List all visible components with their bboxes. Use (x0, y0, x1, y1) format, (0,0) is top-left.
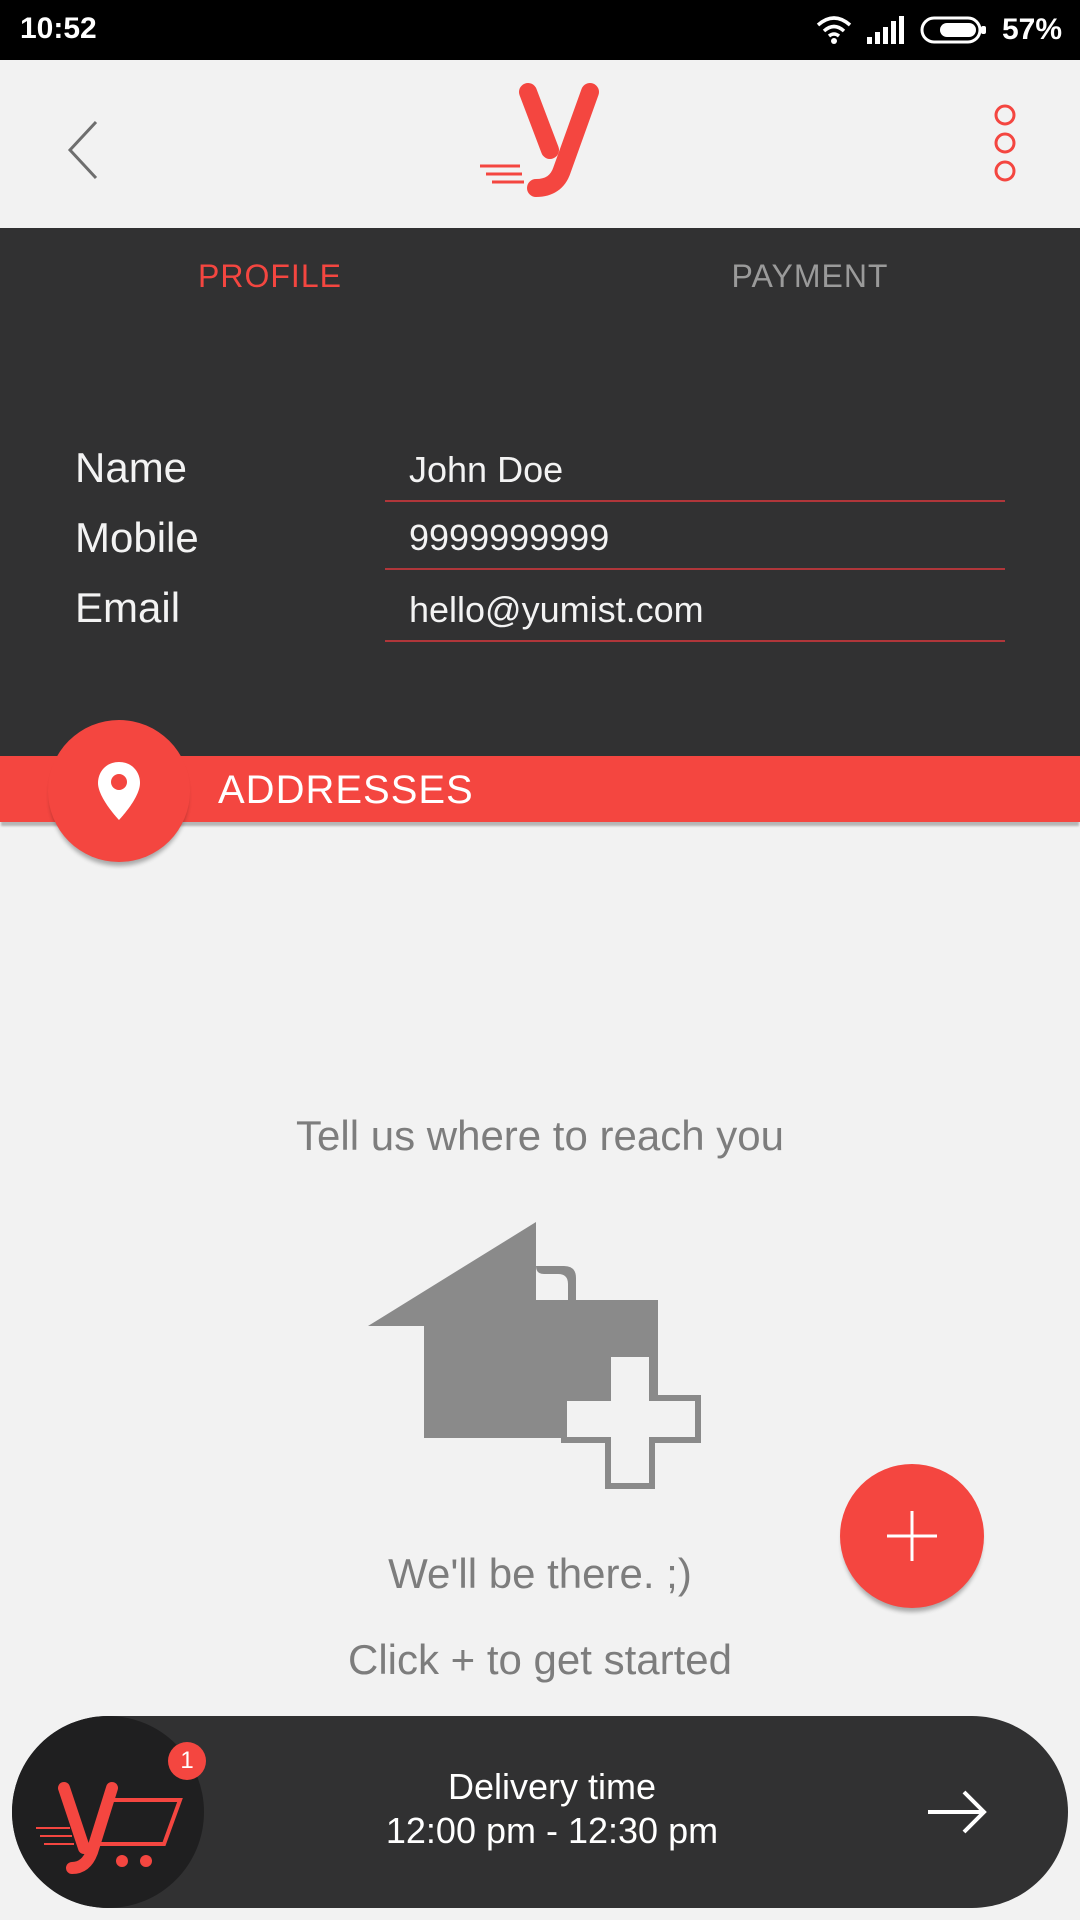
tab-payment[interactable]: PAYMENT (540, 258, 1080, 295)
location-pin-icon (98, 762, 140, 820)
mobile-label: Mobile (75, 514, 199, 561)
cart-count-badge: 1 (168, 1742, 206, 1780)
app-logo (480, 80, 610, 210)
signal-icon (866, 16, 904, 44)
location-pin-badge (48, 720, 190, 862)
three-dots-vertical-icon (994, 104, 1016, 182)
add-address-button[interactable] (840, 1464, 984, 1608)
delivery-label: Delivery time (447, 1766, 657, 1807)
status-time: 10:52 (20, 12, 97, 45)
delivery-time: 12:00 pm - 12:30 pm (385, 1810, 719, 1851)
proceed-button[interactable] (922, 1782, 992, 1842)
empty-state-hint: Click + to get started (347, 1636, 732, 1683)
tab-profile[interactable]: PROFILE (0, 258, 540, 295)
battery-percentage: 57% (1001, 13, 1062, 46)
yumist-logo-icon (480, 83, 599, 197)
empty-state-title: Tell us where to reach you (296, 1112, 784, 1159)
addresses-title: ADDRESSES (218, 768, 474, 812)
mobile-field[interactable]: 9999999999 (385, 510, 1005, 570)
name-label: Name (75, 444, 188, 491)
email-label: Email (75, 584, 181, 631)
email-field[interactable]: hello@yumist.com (385, 582, 1005, 642)
status-bar: 10:52 57% (0, 0, 1080, 60)
wifi-icon (816, 16, 852, 44)
more-options-button[interactable] (980, 100, 1030, 190)
status-icons: 57% (816, 10, 1062, 50)
plus-icon (887, 1511, 937, 1561)
chevron-left-icon (67, 120, 98, 180)
battery-icon (920, 16, 986, 44)
app-header (0, 60, 1080, 228)
back-button[interactable] (60, 110, 120, 190)
arrow-right-icon (928, 1790, 987, 1834)
profile-section: PROFILE PAYMENT Name John Doe Mobile 999… (0, 228, 1080, 756)
name-field[interactable]: John Doe (385, 442, 1005, 502)
cart-bar[interactable]: 1 Delivery time 12:00 pm - 12:30 pm (12, 1716, 1068, 1908)
house-add-icon (368, 1218, 712, 1492)
